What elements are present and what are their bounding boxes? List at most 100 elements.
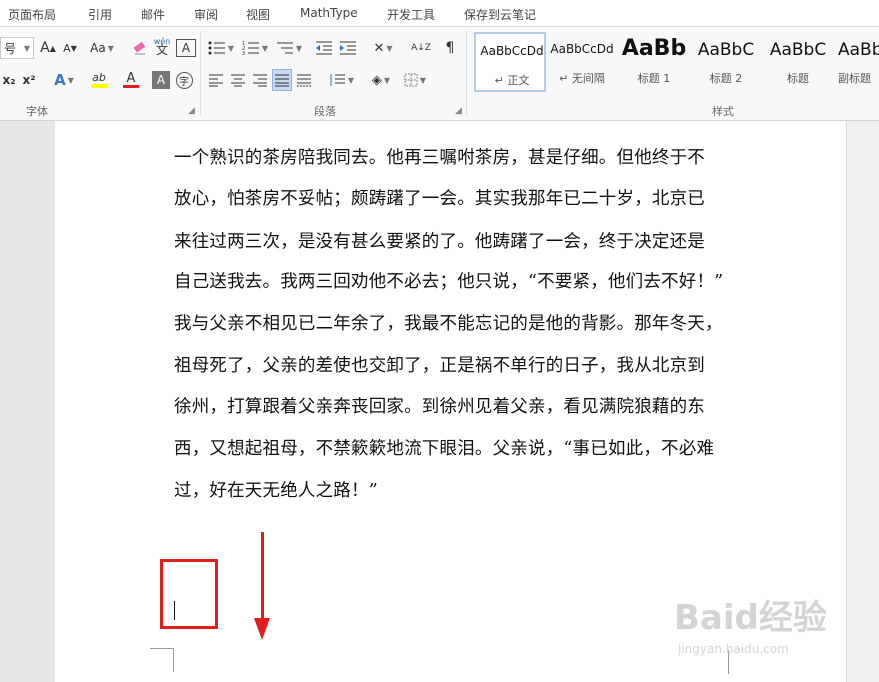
watermark-text: Baid经验 xyxy=(674,598,827,638)
distributed-icon xyxy=(297,74,311,87)
numbering-icon: 123 xyxy=(242,41,259,56)
crop-mark-icon xyxy=(173,648,174,672)
tab-mailings[interactable]: 邮件 xyxy=(141,6,165,23)
align-center-icon xyxy=(231,74,245,87)
borders-icon xyxy=(404,73,418,87)
sort-icon: A↓Z xyxy=(411,42,431,53)
style-name: 标题 xyxy=(787,72,809,85)
align-right-button[interactable] xyxy=(250,69,270,91)
paragraph-group-label: 段落 xyxy=(314,105,336,118)
styles-gallery: AaBbCcDd ↵ 正文 AaBbCcDd ↵ 无间隔 AaBb 标题 1 A… xyxy=(472,32,879,94)
line-spacing-button[interactable]: ▼ xyxy=(326,69,356,91)
change-case-button[interactable]: Aa ▼ xyxy=(86,37,118,59)
highlight-color-bar xyxy=(91,84,107,88)
style-sample: AaBb xyxy=(838,40,879,60)
tab-view[interactable]: 视图 xyxy=(246,6,270,23)
grow-font-button[interactable]: A ▲ xyxy=(38,37,58,59)
annotation-highlight-box xyxy=(160,559,218,629)
multilevel-list-button[interactable]: ▼ xyxy=(274,37,304,59)
watermark-url: jingyan.baidu.com xyxy=(678,642,789,656)
text-line: 一个熟识的茶房陪我同去。他再三嘱咐茶房，甚是仔细。但他终于不 xyxy=(174,148,705,168)
shading-button[interactable]: ◈ ▼ xyxy=(366,69,396,91)
asian-layout-icon: ✕ xyxy=(373,40,385,56)
enclose-char-button[interactable]: 字 xyxy=(174,69,194,91)
style-no-spacing[interactable]: AaBbCcDd ↵ 无间隔 xyxy=(546,32,618,92)
chevron-down-icon: ▼ xyxy=(386,43,393,53)
style-title[interactable]: AaBbC 标题 xyxy=(762,32,834,92)
chevron-down-icon: ▼ xyxy=(419,75,427,85)
tab-developer[interactable]: 开发工具 xyxy=(387,6,435,23)
char-shading-icon: A xyxy=(156,73,166,87)
change-case-icon: Aa xyxy=(90,41,106,55)
font-dialog-launcher-icon[interactable]: ◢ xyxy=(188,106,195,116)
text-line: 自己送我去。我两三回劝他不必去；他只说，“不要紧，他们去不好！” xyxy=(174,272,724,292)
style-normal[interactable]: AaBbCcDd ↵ 正文 xyxy=(474,32,546,92)
paragraph-dialog-launcher-icon[interactable]: ◢ xyxy=(455,106,462,116)
decrease-indent-button[interactable] xyxy=(314,37,334,59)
tab-save-to-cloud-notes[interactable]: 保存到云笔记 xyxy=(464,6,536,23)
chevron-down-icon: ▼ xyxy=(227,43,235,53)
style-subtitle[interactable]: AaBb 副标题 xyxy=(834,32,879,92)
justify-icon xyxy=(275,74,289,87)
align-left-button[interactable] xyxy=(206,69,226,91)
tab-review[interactable]: 审阅 xyxy=(194,6,218,23)
chevron-down-icon: ▼ xyxy=(347,75,355,85)
borders-button[interactable]: ▼ xyxy=(400,69,430,91)
superscript-button[interactable]: x² xyxy=(20,69,38,91)
chevron-down-icon: ▼ xyxy=(67,75,74,85)
svg-text:3: 3 xyxy=(242,51,245,56)
text-line: 我与父亲不相见已二年余了，我最不能忘记的是他的背影。那年冬天， xyxy=(174,314,723,334)
font-color-button[interactable]: A xyxy=(116,69,146,91)
distributed-button[interactable] xyxy=(294,69,314,91)
style-sample: AaBb xyxy=(621,36,687,61)
text-line: 徐州，打算跟着父亲奔丧回家。到徐州见着父亲，看见满院狼藉的东 xyxy=(174,397,705,417)
paint-bucket-icon: ◈ xyxy=(371,72,382,88)
vertical-scrollbar[interactable] xyxy=(846,121,879,682)
subscript-button[interactable]: x₂ xyxy=(0,69,18,91)
sort-button[interactable]: A↓Z xyxy=(410,37,432,59)
text-effect-button[interactable]: A ▼ xyxy=(50,69,78,91)
char-border-icon: A xyxy=(181,41,191,55)
chevron-down-icon: ▼ xyxy=(383,75,391,85)
justify-button[interactable] xyxy=(272,69,292,91)
numbering-button[interactable]: 1 2 3 ▼ xyxy=(240,37,270,59)
shrink-font-button[interactable]: A ▼ xyxy=(60,37,80,59)
subscript-icon: x₂ xyxy=(2,73,16,87)
char-shading-button[interactable]: A xyxy=(152,71,170,89)
style-name: 标题 1 xyxy=(637,72,671,85)
asian-layout-button[interactable]: ✕ ▼ xyxy=(368,37,398,59)
shrink-font-icon: A xyxy=(63,41,71,55)
crop-mark-icon xyxy=(150,648,174,672)
font-size-select[interactable]: 号 ▼ xyxy=(0,37,34,59)
highlight-button[interactable]: ab xyxy=(84,69,114,91)
superscript-icon: x² xyxy=(22,73,36,87)
bullets-button[interactable]: ▼ xyxy=(206,37,236,59)
show-marks-button[interactable]: ¶ xyxy=(440,37,460,59)
eraser-icon xyxy=(133,41,146,55)
char-border-button[interactable]: A xyxy=(176,39,196,57)
enclose-char-icon: 字 xyxy=(175,71,193,89)
menu-bar: 页面布局 引用 邮件 审阅 视图 MathType 开发工具 保存到云笔记 xyxy=(0,0,879,27)
style-sample: AaBbCcDd xyxy=(550,42,614,56)
style-heading-1[interactable]: AaBb 标题 1 xyxy=(618,32,690,92)
text-effect-icon: A xyxy=(54,71,66,89)
clear-format-button[interactable] xyxy=(130,37,150,59)
line-spacing-icon xyxy=(330,74,345,86)
style-sample: AaBbC xyxy=(769,40,827,60)
align-center-button[interactable] xyxy=(228,69,248,91)
phonetic-guide-button[interactable]: wén 文 xyxy=(152,35,172,57)
chevron-down-icon: ▼ xyxy=(295,43,303,53)
style-heading-2[interactable]: AaBbC 标题 2 xyxy=(690,32,762,92)
text-line: 过，好在天无绝人之路！” xyxy=(174,481,378,501)
tab-mathtype[interactable]: MathType xyxy=(300,6,358,20)
increase-indent-button[interactable] xyxy=(338,37,358,59)
tab-page-layout[interactable]: 页面布局 xyxy=(8,6,56,23)
annotation-arrow-head-icon xyxy=(254,618,270,640)
tab-references[interactable]: 引用 xyxy=(88,6,112,23)
group-divider xyxy=(466,31,467,115)
style-name: 副标题 xyxy=(838,72,871,85)
multilevel-list-icon xyxy=(276,42,293,54)
highlight-icon: ab xyxy=(92,71,106,84)
font-group-label: 字体 xyxy=(26,105,48,118)
style-name: ↵ 无间隔 xyxy=(559,72,605,85)
